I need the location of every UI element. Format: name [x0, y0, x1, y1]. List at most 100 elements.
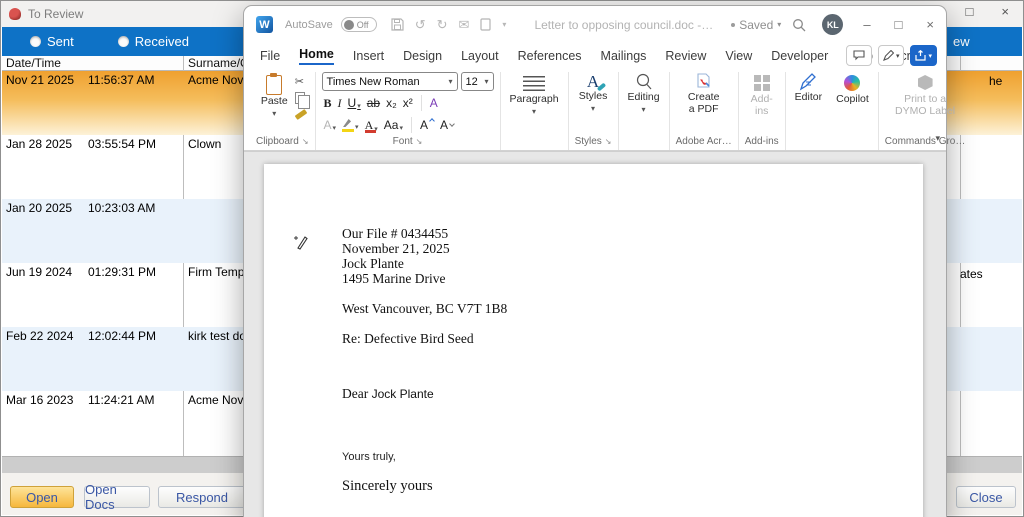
- cell-date[interactable]: Jun 19 2024: [6, 265, 72, 279]
- font-size-select[interactable]: 12 ▾: [461, 72, 494, 91]
- more-commands-icon[interactable]: ▾: [502, 20, 506, 29]
- cell-name[interactable]: Firm Temp: [188, 265, 244, 279]
- chevron-down-icon: ▾: [532, 106, 536, 118]
- letter-line: Jock Plante: [342, 256, 507, 271]
- avatar[interactable]: KL: [822, 14, 843, 35]
- copy-icon[interactable]: [295, 92, 305, 104]
- salutation-name: Jock Plante: [372, 387, 434, 401]
- tab-file[interactable]: File: [260, 49, 280, 63]
- format-painter-icon[interactable]: [294, 109, 307, 120]
- close-icon[interactable]: ×: [926, 17, 934, 32]
- cell-date[interactable]: Mar 16 2023: [6, 393, 73, 407]
- cell-time[interactable]: 03:55:54 PM: [88, 137, 156, 151]
- paragraph-button[interactable]: Paragraph ▾: [507, 72, 562, 119]
- cut-icon[interactable]: ✂: [295, 75, 307, 88]
- commands-group: Print to a DYMO Label Commands Gro…: [878, 72, 972, 150]
- tab-home[interactable]: Home: [299, 47, 334, 65]
- tab-mailings[interactable]: Mailings: [601, 49, 647, 63]
- change-case-button[interactable]: Aa▾: [384, 118, 403, 132]
- italic-button[interactable]: I: [338, 96, 342, 111]
- cell-date[interactable]: Nov 21 2025: [6, 73, 74, 87]
- comments-button[interactable]: [846, 45, 872, 66]
- styles-button[interactable]: A Styles ▾: [576, 72, 611, 116]
- styles-group: A Styles ▾ Styles ↘: [568, 72, 618, 150]
- radio-received[interactable]: Received: [118, 34, 189, 49]
- search-icon[interactable]: [792, 18, 806, 32]
- cell-time[interactable]: 11:56:37 AM: [88, 73, 155, 87]
- close-icon[interactable]: ×: [1001, 4, 1009, 19]
- dialog-launcher-icon[interactable]: ↘: [416, 137, 423, 146]
- editing-button[interactable]: Editing ▾: [625, 72, 663, 117]
- font-name-select[interactable]: Times New Roman ▾: [322, 72, 458, 91]
- dymo-print-button[interactable]: Print to a DYMO Label: [890, 72, 960, 118]
- cell-time[interactable]: 11:24:21 AM: [88, 393, 155, 407]
- bold-button[interactable]: B: [324, 96, 332, 111]
- open-button[interactable]: Open: [10, 486, 74, 508]
- letter-body[interactable]: Our File # 0434455 November 21, 2025 Joc…: [342, 226, 507, 494]
- paste-button[interactable]: Paste ▾: [258, 72, 291, 121]
- redo-icon[interactable]: ↻: [437, 17, 448, 33]
- open-docs-button[interactable]: Open Docs: [84, 486, 150, 508]
- cell-time[interactable]: 01:29:31 PM: [88, 265, 156, 279]
- cell-date[interactable]: Jan 28 2025: [6, 137, 72, 151]
- word-titlebar[interactable]: W AutoSave Off ↺ ↻ ✉ ▾ Letter to opposin…: [244, 6, 946, 43]
- tab-developer[interactable]: Developer: [771, 49, 828, 63]
- maximize-icon[interactable]: □: [895, 17, 903, 32]
- header-surname[interactable]: Surname/C: [188, 56, 249, 70]
- maximize-icon[interactable]: □: [966, 4, 974, 19]
- tab-layout[interactable]: Layout: [461, 49, 499, 63]
- tab-design[interactable]: Design: [403, 49, 442, 63]
- cell-date[interactable]: Jan 20 2025: [6, 201, 72, 215]
- cell-time[interactable]: 12:02:44 PM: [88, 329, 156, 343]
- cell-time[interactable]: 10:23:03 AM: [88, 201, 155, 215]
- tab-view[interactable]: View: [725, 49, 752, 63]
- cell-name[interactable]: Clown: [188, 137, 221, 151]
- document-icon[interactable]: [480, 18, 491, 31]
- radio-icon[interactable]: [30, 36, 41, 47]
- minimize-icon[interactable]: –: [863, 17, 870, 32]
- radio-icon[interactable]: [118, 36, 129, 47]
- grow-font-button[interactable]: A: [420, 118, 428, 132]
- cell-name[interactable]: Acme Nov: [188, 73, 243, 87]
- cell-name[interactable]: Acme Nov: [188, 393, 243, 407]
- radio-sent[interactable]: Sent: [30, 34, 74, 49]
- cell-name[interactable]: kirk test do: [188, 329, 246, 343]
- document-page[interactable]: Our File # 0434455 November 21, 2025 Joc…: [264, 164, 923, 517]
- dialog-launcher-icon[interactable]: ↘: [302, 137, 309, 146]
- drawing-button[interactable]: ▾: [878, 45, 905, 66]
- underline-button[interactable]: U▾: [348, 96, 361, 110]
- margin-pen-icon: [294, 234, 308, 255]
- text-effects-button[interactable]: A▾: [324, 118, 337, 132]
- highlight-button[interactable]: ▾: [342, 119, 359, 131]
- subscript-button[interactable]: x₂: [386, 96, 397, 110]
- font-name-value: Times New Roman: [327, 76, 420, 88]
- clear-formatting-button[interactable]: A: [430, 96, 438, 110]
- envelope-icon[interactable]: ✉: [459, 17, 470, 33]
- window-title: To Review: [28, 7, 83, 21]
- respond-button[interactable]: Respond: [158, 486, 246, 508]
- close-button[interactable]: Close: [956, 486, 1016, 508]
- save-icon[interactable]: [391, 18, 404, 31]
- dialog-launcher-icon[interactable]: ↘: [605, 137, 612, 146]
- dymo-cube-icon: [918, 75, 933, 90]
- addins-button[interactable]: Add-ins: [745, 72, 779, 118]
- editor-button[interactable]: Editor: [792, 72, 825, 106]
- share-button[interactable]: ▾: [910, 45, 937, 66]
- strikethrough-button[interactable]: ab: [367, 96, 380, 110]
- font-color-button[interactable]: A▾: [365, 118, 378, 133]
- create-pdf-button[interactable]: Create a PDF: [681, 72, 727, 116]
- header-date-time[interactable]: Date/Time: [6, 56, 61, 70]
- cell-date[interactable]: Feb 22 2024: [6, 329, 73, 343]
- tab-references[interactable]: References: [518, 49, 582, 63]
- save-status[interactable]: Saved ▾: [731, 18, 781, 32]
- shrink-font-button[interactable]: A: [440, 118, 448, 132]
- addins-group: Add-ins Add-ins: [738, 72, 785, 150]
- tab-review[interactable]: Review: [665, 49, 706, 63]
- undo-icon[interactable]: ↺: [415, 17, 426, 33]
- autosave-toggle[interactable]: Off: [341, 17, 377, 32]
- collapse-ribbon-icon[interactable]: ▾: [935, 133, 940, 144]
- copilot-button[interactable]: Copilot: [833, 72, 872, 106]
- tab-insert[interactable]: Insert: [353, 49, 384, 63]
- superscript-button[interactable]: x²: [403, 96, 413, 110]
- pdf-icon: [695, 73, 713, 91]
